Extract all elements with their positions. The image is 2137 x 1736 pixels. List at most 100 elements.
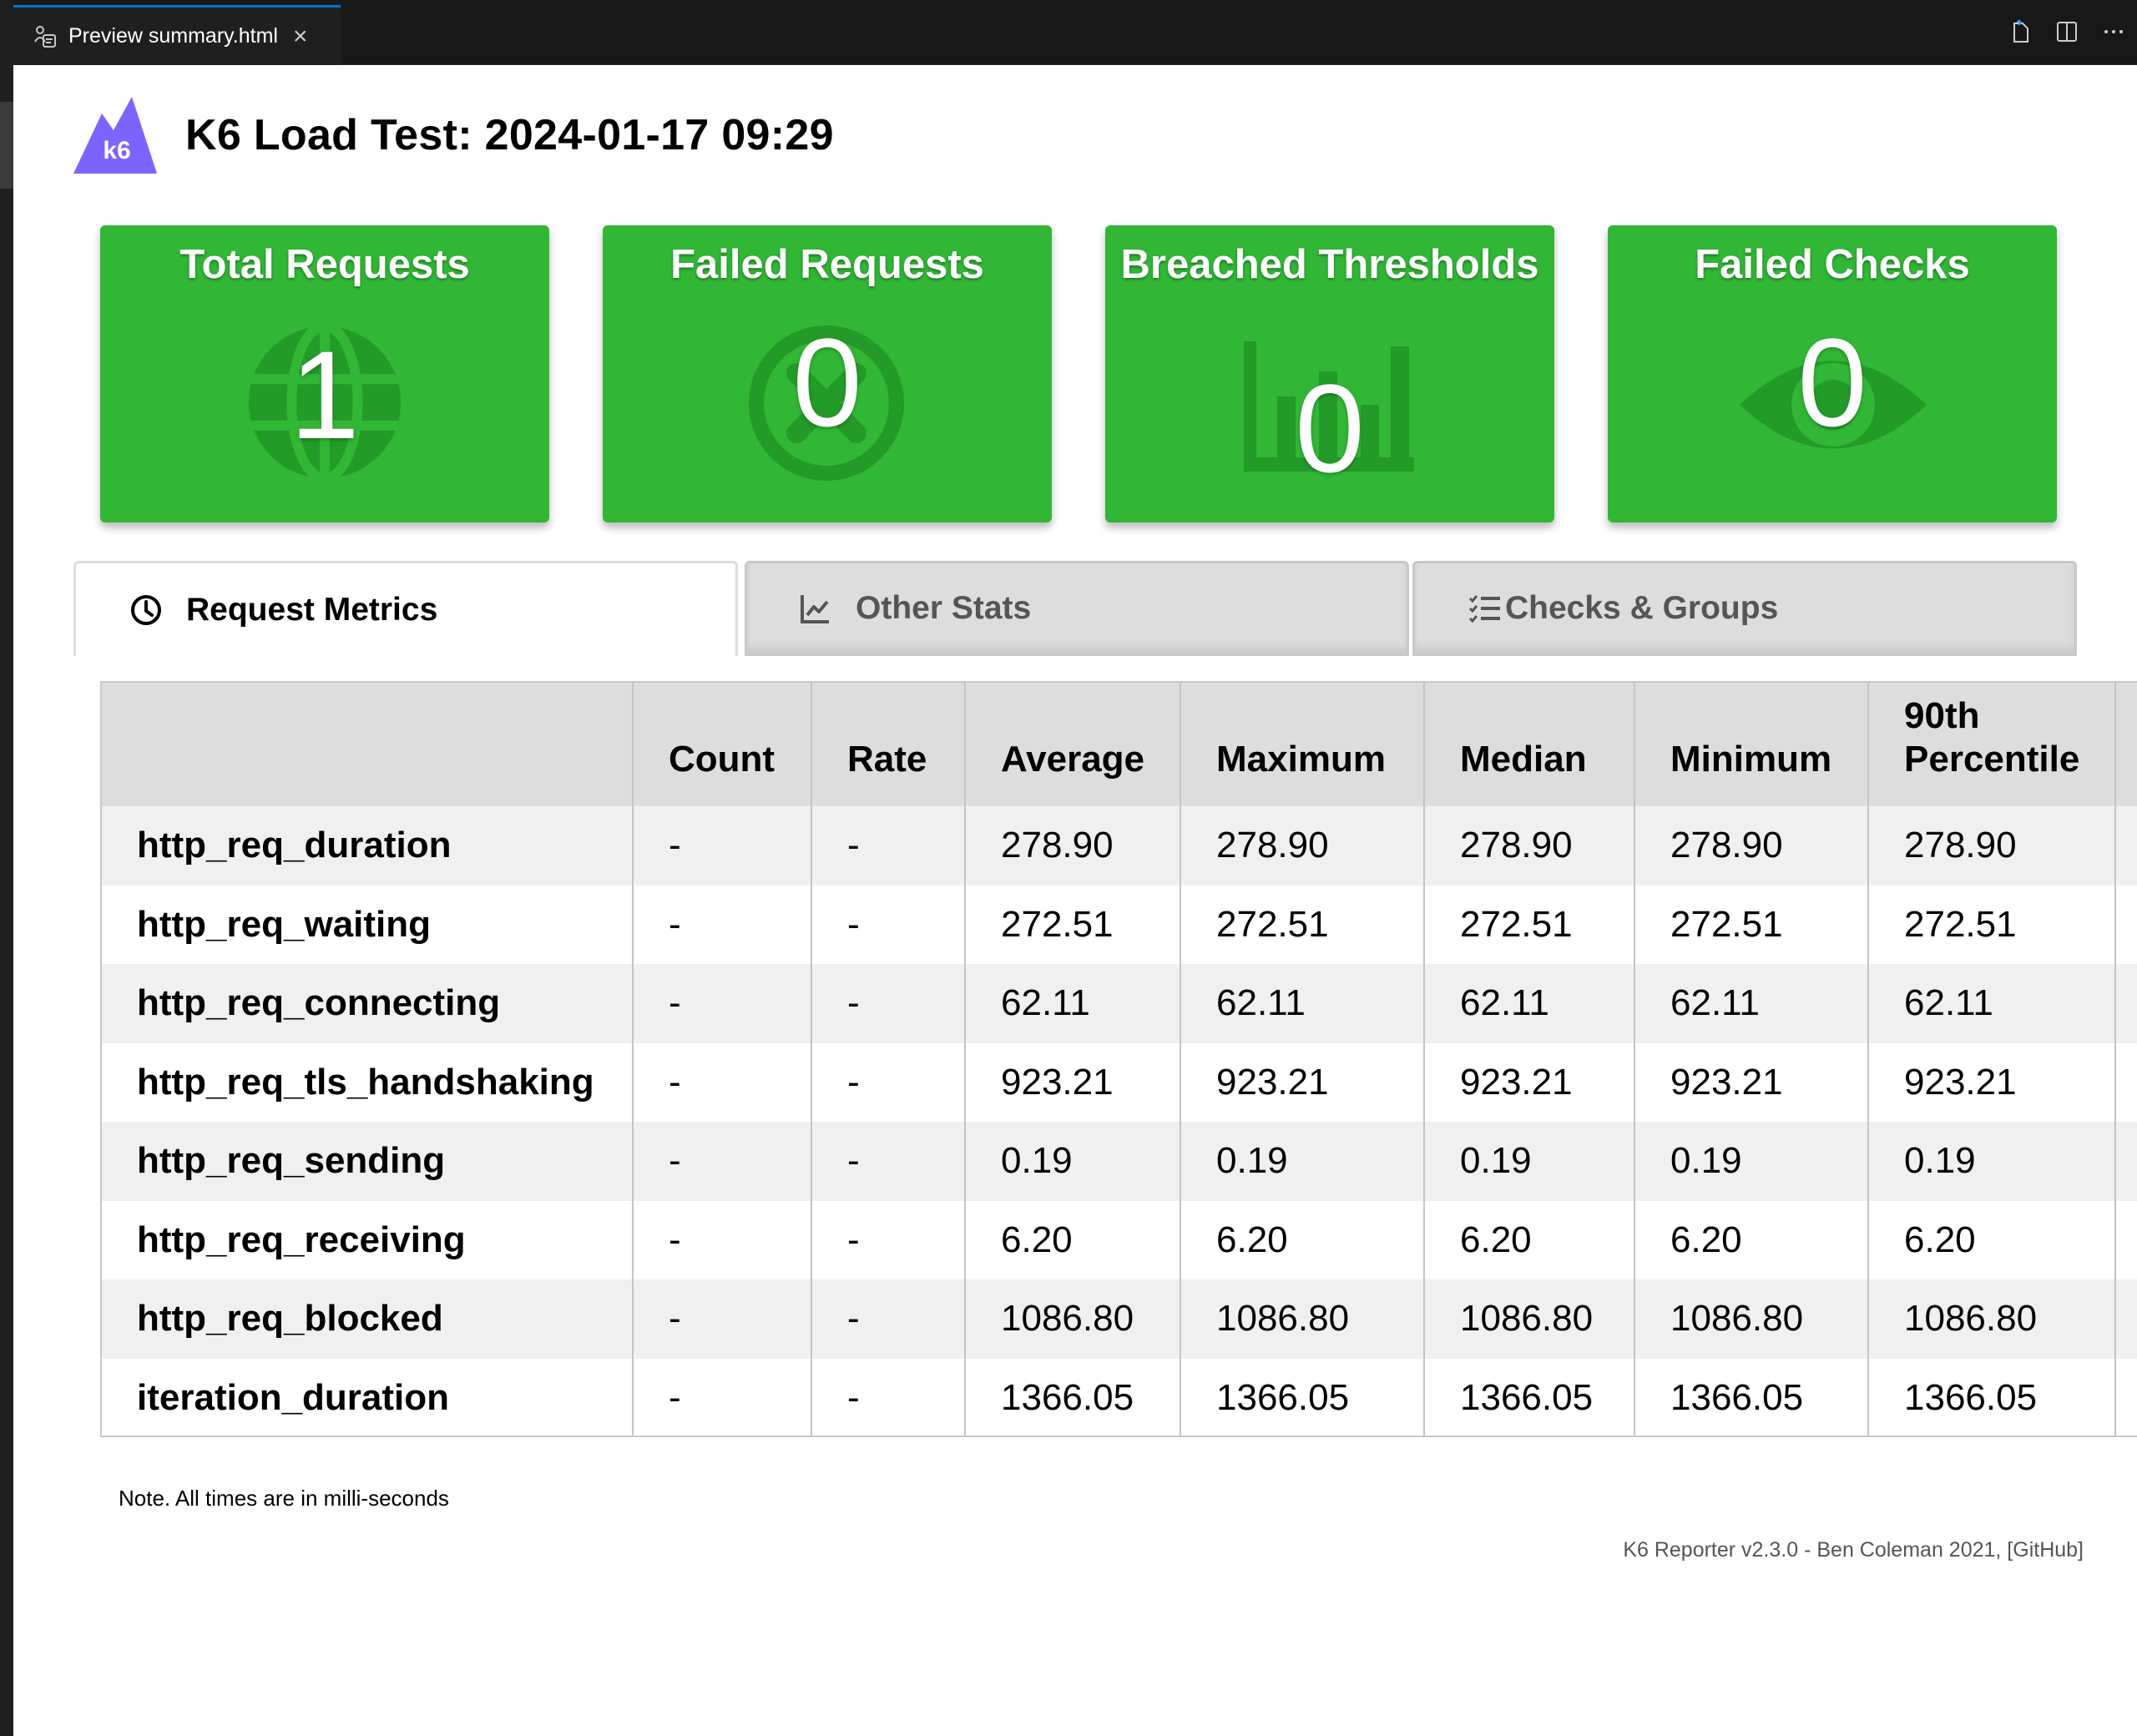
cell-rate: - — [811, 1358, 966, 1436]
cell-count: - — [633, 806, 812, 886]
table-row: http_req_sending - - 0.19 0.19 0.19 0.19… — [102, 1122, 2137, 1201]
cell-minimum: 1086.80 — [1634, 1279, 1869, 1359]
cell-p90: 6.20 — [1868, 1200, 2116, 1279]
cell-count: - — [633, 885, 812, 964]
cell-minimum: 62.11 — [1634, 964, 1869, 1043]
cell-extra — [2115, 885, 2137, 964]
metric-name: http_req_blocked — [102, 1279, 634, 1359]
metric-name: http_req_waiting — [102, 885, 634, 964]
cell-median: 1086.80 — [1424, 1279, 1635, 1359]
units-note: Note. All times are in milli-seconds — [119, 1486, 449, 1511]
column-header: Rate — [811, 683, 966, 806]
line-chart-icon — [801, 595, 829, 623]
cell-p90: 62.11 — [1868, 964, 2116, 1043]
cell-extra — [2115, 1042, 2137, 1122]
cell-p90: 1086.80 — [1868, 1279, 2116, 1359]
cell-rate: - — [811, 806, 966, 886]
open-preview-source-icon[interactable] — [2007, 18, 2033, 45]
metric-name: http_req_sending — [102, 1122, 634, 1201]
activity-indicator — [0, 102, 13, 189]
cell-median: 1366.05 — [1424, 1358, 1635, 1436]
cell-median: 6.20 — [1424, 1200, 1635, 1279]
tab-label: Request Metrics — [186, 591, 438, 628]
card-value: 1 — [290, 325, 360, 465]
metric-name: http_req_connecting — [102, 964, 634, 1043]
cell-minimum: 0.19 — [1634, 1122, 1869, 1201]
metric-name: http_req_tls_handshaking — [102, 1042, 634, 1122]
cell-extra — [2115, 964, 2137, 1043]
cell-maximum: 62.11 — [1180, 964, 1425, 1043]
cell-maximum: 1086.80 — [1180, 1279, 1425, 1359]
cell-maximum: 272.51 — [1180, 885, 1425, 964]
cell-average: 278.90 — [965, 806, 1181, 886]
cell-median: 272.51 — [1424, 885, 1635, 964]
cell-median: 923.21 — [1424, 1042, 1635, 1122]
tab-other-stats[interactable]: Other Stats — [745, 561, 1409, 656]
metric-name: iteration_duration — [102, 1358, 634, 1436]
cell-rate: - — [811, 1122, 966, 1201]
checklist-icon — [1468, 595, 1500, 623]
cell-minimum: 923.21 — [1634, 1042, 1869, 1122]
cell-maximum: 278.90 — [1180, 806, 1425, 886]
split-editor-icon[interactable] — [2054, 18, 2080, 45]
column-header — [102, 683, 634, 806]
card-total-requests: Total Requests 1 — [100, 225, 549, 522]
editor-tab-title: Preview summary.html — [68, 24, 278, 48]
page-title: K6 Load Test: 2024-01-17 09:29 — [185, 111, 834, 159]
cell-average: 0.19 — [965, 1122, 1181, 1201]
cell-maximum: 6.20 — [1180, 1200, 1425, 1279]
cell-maximum: 0.19 — [1180, 1122, 1425, 1201]
editor-tab-preview[interactable]: Preview summary.html × — [13, 5, 341, 65]
cell-average: 6.20 — [965, 1200, 1181, 1279]
close-icon[interactable]: × — [293, 23, 308, 49]
k6-logo-icon: k6 — [73, 97, 157, 174]
cell-extra — [2115, 1358, 2137, 1436]
column-header-extra — [2115, 683, 2137, 806]
table-row: http_req_connecting - - 62.11 62.11 62.1… — [102, 964, 2137, 1043]
cell-count: - — [633, 1358, 812, 1436]
card-title: Total Requests — [179, 242, 470, 287]
clock-icon — [131, 594, 161, 625]
tab-request-metrics[interactable]: Request Metrics — [73, 561, 738, 656]
cell-rate: - — [811, 1042, 966, 1122]
table-row: http_req_tls_handshaking - - 923.21 923.… — [102, 1042, 2137, 1122]
column-header: Median — [1424, 683, 1635, 806]
cell-average: 272.51 — [965, 885, 1181, 964]
cell-count: - — [633, 1042, 812, 1122]
footer-credit[interactable]: K6 Reporter v2.3.0 - Ben Coleman 2021, [… — [1623, 1538, 2084, 1562]
cell-count: - — [633, 1200, 812, 1279]
report-header: k6 K6 Load Test: 2024-01-17 09:29 — [73, 93, 834, 177]
cell-rate: - — [811, 885, 966, 964]
column-header: Minimum — [1634, 683, 1869, 806]
more-actions-icon[interactable] — [2100, 18, 2127, 45]
tab-label: Other Stats — [856, 590, 1032, 626]
cell-count: - — [633, 964, 812, 1043]
tab-checks-groups[interactable]: Checks & Groups — [1412, 561, 2077, 656]
cell-maximum: 1366.05 — [1180, 1358, 1425, 1436]
card-title: Failed Checks — [1695, 242, 1970, 287]
card-value: 0 — [1797, 312, 1867, 452]
table-row: http_req_receiving - - 6.20 6.20 6.20 6.… — [102, 1200, 2137, 1279]
card-value: 0 — [792, 312, 862, 452]
cell-minimum: 278.90 — [1634, 806, 1869, 886]
cell-p90: 0.19 — [1868, 1122, 2116, 1201]
cell-average: 1366.05 — [965, 1358, 1181, 1436]
cell-minimum: 272.51 — [1634, 885, 1869, 964]
activity-strip — [0, 0, 13, 1736]
cell-median: 62.11 — [1424, 964, 1635, 1043]
cell-rate: - — [811, 1279, 966, 1359]
cell-extra — [2115, 1200, 2137, 1279]
cell-count: - — [633, 1122, 812, 1201]
preview-file-icon — [34, 25, 56, 48]
cell-average: 1086.80 — [965, 1279, 1181, 1359]
cell-average: 62.11 — [965, 964, 1181, 1043]
card-title: Breached Thresholds — [1120, 242, 1539, 287]
cell-rate: - — [811, 1200, 966, 1279]
cell-p90: 1366.05 — [1868, 1358, 2116, 1436]
summary-cards: Total Requests 1 Failed Requests 0 Breac… — [100, 225, 2057, 522]
cell-maximum: 923.21 — [1180, 1042, 1425, 1122]
cell-extra — [2115, 806, 2137, 886]
cell-p90: 272.51 — [1868, 885, 2116, 964]
table-row: iteration_duration - - 1366.05 1366.05 1… — [102, 1358, 2137, 1436]
card-title: Failed Requests — [670, 242, 984, 287]
